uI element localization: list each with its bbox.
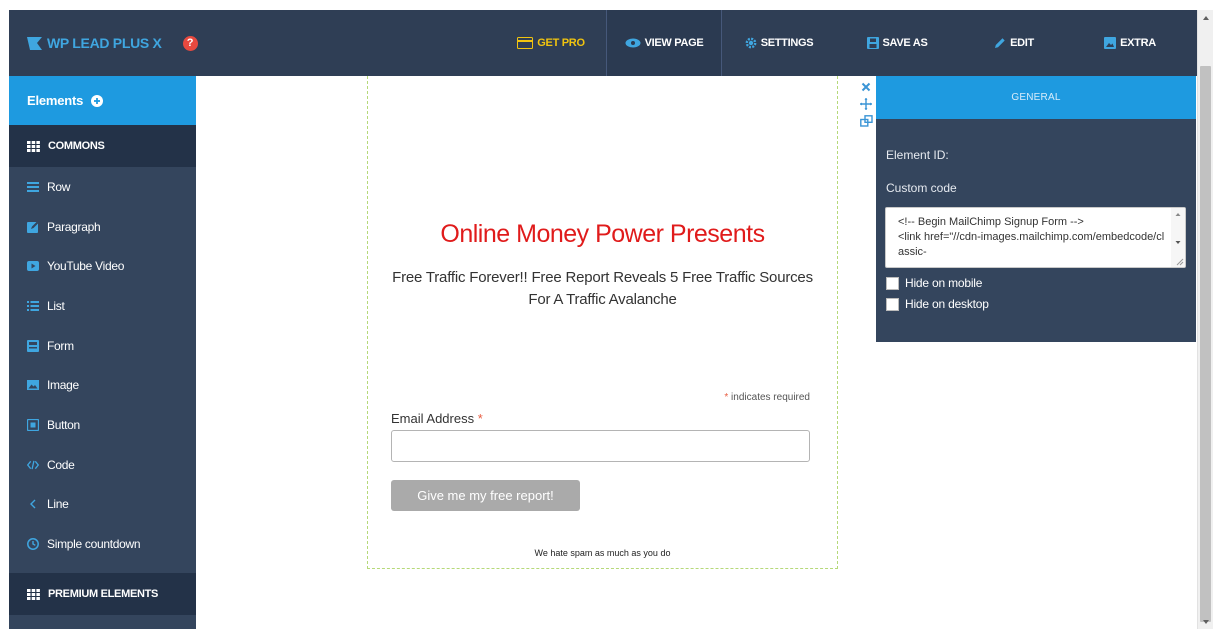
line-icon [27, 498, 39, 510]
sidebar-item-youtube-video[interactable]: YouTube Video [9, 246, 196, 286]
properties-panel: GENERAL Element ID: Custom code <!-- Beg… [876, 76, 1196, 342]
sidebar-item-form[interactable]: Form [9, 326, 196, 366]
top-toolbar: WP LEAD PLUS X ? GET PRO VIEW PAGE SETTI… [9, 10, 1197, 76]
custom-code-label: Custom code [886, 181, 957, 195]
get-pro-button[interactable]: GET PRO [506, 10, 596, 76]
grid-icon [27, 588, 40, 600]
picture-icon [1104, 37, 1117, 49]
spam-note: We hate spam as much as you do [534, 548, 671, 558]
edit-button[interactable]: EDIT [979, 10, 1049, 76]
eye-icon [625, 38, 641, 48]
settings-label: SETTINGS [760, 37, 814, 49]
extra-label: EXTRA [1120, 37, 1156, 49]
elements-header[interactable]: Elements [9, 76, 196, 125]
element-handles [857, 80, 875, 128]
code-icon [27, 459, 39, 471]
view-page-label: VIEW PAGE [644, 37, 704, 49]
required-note-text: indicates required [728, 392, 810, 403]
sidebar-item-label: Button [47, 417, 80, 432]
sidebar-item-line[interactable]: Line [9, 485, 196, 525]
sidebar-item-label: Paragraph [47, 219, 101, 234]
hide-on-desktop-label: Hide on desktop [905, 297, 989, 311]
email-input[interactable] [391, 430, 810, 462]
custom-code-textarea[interactable]: <!-- Begin MailChimp Signup Form --> <li… [885, 207, 1186, 268]
logo-mark-icon [27, 36, 42, 50]
save-as-button[interactable]: SAVE AS [857, 10, 937, 76]
free-report-submit-button[interactable]: Give me my free report! [391, 480, 580, 511]
bars-icon [27, 181, 39, 193]
sidebar-item-row[interactable]: Row [9, 167, 196, 207]
sidebar-item-label: Code [47, 457, 75, 472]
scroll-up-arrow-icon[interactable] [1198, 12, 1213, 24]
sidebar-item-list[interactable]: List [9, 286, 196, 326]
move-icon[interactable] [859, 97, 873, 111]
sidebar-item-paragraph[interactable]: Paragraph [9, 207, 196, 247]
save-as-label: SAVE AS [882, 37, 928, 49]
elements-header-label: Elements [27, 93, 84, 108]
button-icon [27, 418, 39, 431]
sidebar-item-label: Line [47, 497, 69, 512]
hide-on-desktop-checkbox[interactable] [886, 297, 899, 311]
sidebar-item-simple-countdown[interactable]: Simple countdown [9, 524, 196, 564]
scroll-down-arrow-icon[interactable] [1171, 236, 1185, 248]
get-pro-label: GET PRO [537, 37, 585, 49]
sidebar-item-label: Simple countdown [47, 537, 141, 552]
required-note: * indicates required [724, 392, 810, 403]
logo-text: WP LEAD PLUS X [47, 35, 162, 51]
resize-grip-icon[interactable] [1171, 255, 1185, 267]
clock-icon [27, 538, 39, 550]
view-page-button[interactable]: VIEW PAGE [606, 10, 722, 76]
scroll-down-arrow-icon[interactable] [1198, 616, 1213, 628]
edit-label: EDIT [1010, 37, 1034, 49]
plus-circle-icon[interactable] [91, 94, 104, 107]
sidebar-item-label: YouTube Video [47, 259, 125, 274]
page-subheadline[interactable]: Free Traffic Forever!! Free Report Revea… [388, 267, 817, 311]
help-icon[interactable]: ? [182, 35, 198, 51]
elements-sidebar: Elements COMMONS Row Paragraph YouTube V… [9, 76, 196, 629]
sidebar-item-label: Image [47, 378, 79, 393]
gear-icon [745, 37, 757, 49]
premium-elements-label: PREMIUM ELEMENTS [48, 588, 159, 600]
pencil-icon [995, 38, 1005, 48]
sidebar-item-code[interactable]: Code [9, 445, 196, 485]
commons-section-header[interactable]: COMMONS [9, 125, 196, 167]
list-icon [27, 300, 39, 312]
sidebar-item-label: Form [47, 338, 74, 353]
edit-icon [27, 221, 39, 233]
sidebar-item-button[interactable]: Button [9, 405, 196, 445]
settings-button[interactable]: SETTINGS [736, 10, 822, 76]
tab-general[interactable]: GENERAL [876, 76, 1196, 119]
extra-button[interactable]: EXTRA [1091, 10, 1169, 76]
hide-on-mobile-checkbox[interactable] [886, 276, 899, 290]
page-scrollbar[interactable] [1197, 10, 1213, 629]
scrollbar-thumb[interactable] [1200, 66, 1211, 622]
card-icon [517, 37, 534, 49]
email-label-text: Email Address [391, 411, 478, 426]
hide-on-mobile-label: Hide on mobile [905, 276, 983, 290]
video-icon [27, 260, 39, 272]
hide-on-mobile-option[interactable]: Hide on mobile [886, 276, 982, 290]
email-required-star: * [477, 411, 483, 426]
custom-code-scrollbar[interactable] [1171, 208, 1185, 267]
clone-icon[interactable] [859, 114, 873, 128]
element-id-label: Element ID: [886, 148, 949, 162]
sidebar-item-label: List [47, 298, 65, 313]
page-canvas[interactable]: Online Money Power Presents Free Traffic… [367, 76, 838, 569]
app-logo[interactable]: WP LEAD PLUS X ? [27, 10, 198, 76]
floppy-icon [866, 37, 879, 49]
commons-label: COMMONS [48, 140, 105, 152]
scroll-up-arrow-icon[interactable] [1171, 208, 1185, 220]
image-icon [27, 379, 39, 391]
premium-elements-section-header[interactable]: PREMIUM ELEMENTS [9, 573, 196, 615]
page-headline[interactable]: Online Money Power Presents [368, 220, 837, 249]
sidebar-item-label: Row [47, 179, 71, 194]
close-icon[interactable] [859, 80, 873, 94]
email-label: Email Address * [391, 411, 483, 426]
form-icon [27, 339, 39, 352]
custom-code-text: <!-- Begin MailChimp Signup Form --> <li… [898, 216, 1165, 258]
sidebar-item-image[interactable]: Image [9, 365, 196, 405]
grid-icon [27, 140, 40, 152]
hide-on-desktop-option[interactable]: Hide on desktop [886, 297, 989, 311]
